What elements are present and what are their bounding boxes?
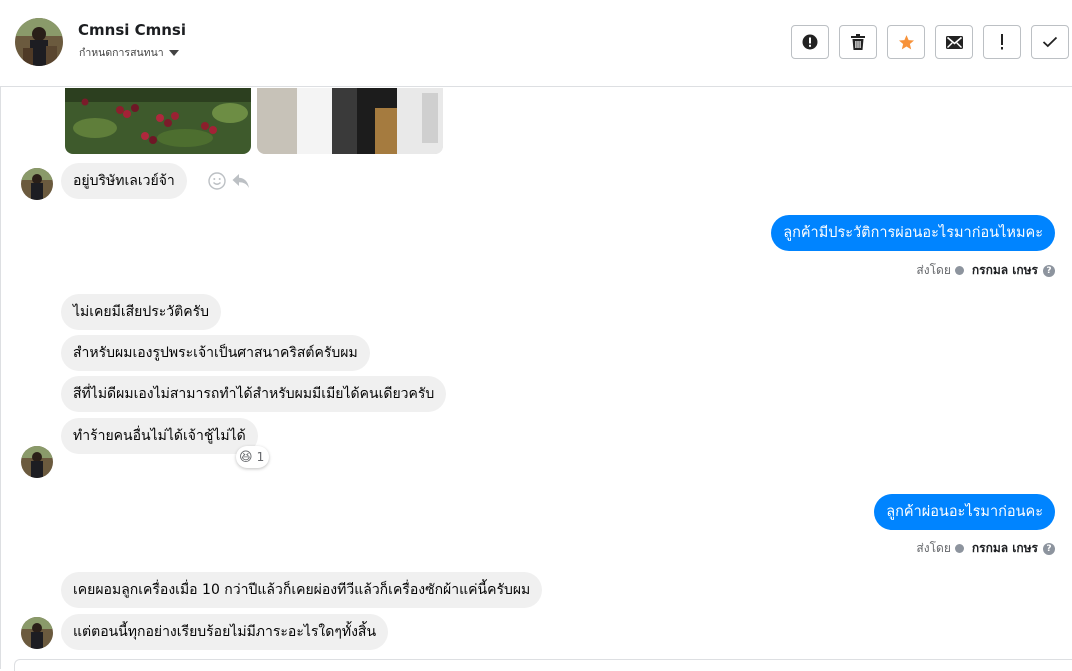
sent-by-label: ส่งโดย bbox=[916, 263, 951, 277]
done-button[interactable] bbox=[1031, 25, 1069, 59]
envelope-icon bbox=[945, 35, 963, 49]
laughing-emoji-icon: 😆 bbox=[239, 449, 253, 465]
help-icon[interactable]: ? bbox=[1043, 264, 1055, 277]
reply-icon[interactable] bbox=[232, 173, 250, 189]
contact-avatar[interactable] bbox=[15, 18, 63, 66]
sender-name[interactable]: กรกมล เกษร bbox=[972, 261, 1038, 280]
sent-by-info: ส่งโดย กรกมล เกษร ? bbox=[916, 539, 1055, 558]
reaction-count: 1 bbox=[256, 450, 265, 464]
message-actions bbox=[208, 172, 250, 190]
outgoing-message[interactable]: ลูกค้าผ่อนอะไรมาก่อนคะ bbox=[874, 494, 1055, 530]
incoming-message[interactable]: ทำร้ายคนอื่นไม่ได้เจ้าชู้ไม่ได้ bbox=[61, 418, 258, 454]
mark-unread-button[interactable] bbox=[935, 25, 973, 59]
shared-photo-coffee[interactable] bbox=[65, 88, 251, 154]
conversation-status-label: กำหนดการสนทนา bbox=[79, 47, 164, 59]
star-button[interactable] bbox=[887, 25, 925, 59]
alert-circle-icon bbox=[802, 34, 818, 50]
report-button[interactable] bbox=[791, 25, 829, 59]
contact-avatar-small[interactable] bbox=[21, 168, 53, 200]
incoming-message[interactable]: สีที่ไม่ดีผมเองไม่สามารถทำได้สำหรับผมมีเ… bbox=[61, 376, 447, 412]
conversation-header: Cmnsi Cmnsi กำหนดการสนทนา bbox=[0, 0, 1072, 87]
trash-icon bbox=[851, 34, 865, 50]
message-composer[interactable] bbox=[14, 659, 1072, 671]
sent-status-icon bbox=[954, 544, 964, 553]
shared-photo-office[interactable] bbox=[257, 88, 443, 154]
help-icon[interactable]: ? bbox=[1043, 542, 1055, 555]
sent-status-icon bbox=[954, 266, 964, 275]
check-icon bbox=[1042, 36, 1058, 48]
incoming-message[interactable]: สำหรับผมเองรูปพระเจ้าเป็นศาสนาคริสต์ครับ… bbox=[61, 335, 370, 371]
sender-name[interactable]: กรกมล เกษร bbox=[972, 539, 1038, 558]
outgoing-message[interactable]: ลูกค้ามีประวัติการผ่อนอะไรมาก่อนไหมคะ bbox=[771, 215, 1055, 251]
sent-by-info: ส่งโดย กรกมล เกษร ? bbox=[916, 261, 1055, 280]
incoming-message[interactable]: เคยผอมลูกเครื่องเมื่อ 10 กว่าปีแล้วก็เคย… bbox=[61, 572, 543, 608]
sent-by-label: ส่งโดย bbox=[916, 541, 951, 555]
caret-down-icon bbox=[168, 50, 179, 56]
star-icon bbox=[898, 34, 914, 49]
incoming-message[interactable]: ไม่เคยมีเสียประวัติครับ bbox=[61, 294, 222, 330]
contact-avatar-small[interactable] bbox=[21, 617, 53, 649]
smiley-icon[interactable] bbox=[208, 172, 226, 190]
message-reaction[interactable]: 😆 1 bbox=[236, 446, 270, 468]
exclamation-icon bbox=[1001, 34, 1003, 50]
delete-button[interactable] bbox=[839, 25, 877, 59]
left-border bbox=[0, 0, 1, 669]
important-button[interactable] bbox=[983, 25, 1021, 59]
incoming-message[interactable]: อยู่บริษัทเลเวย์จ้า bbox=[61, 163, 187, 199]
contact-name[interactable]: Cmnsi Cmnsi bbox=[78, 21, 186, 39]
incoming-message[interactable]: แต่ตอนนี้ทุกอย่างเรียบร้อยไม่มีภาระอะไรใ… bbox=[61, 614, 389, 650]
conversation-status-dropdown[interactable]: กำหนดการสนทนา bbox=[79, 44, 179, 61]
contact-avatar-small[interactable] bbox=[21, 446, 53, 478]
